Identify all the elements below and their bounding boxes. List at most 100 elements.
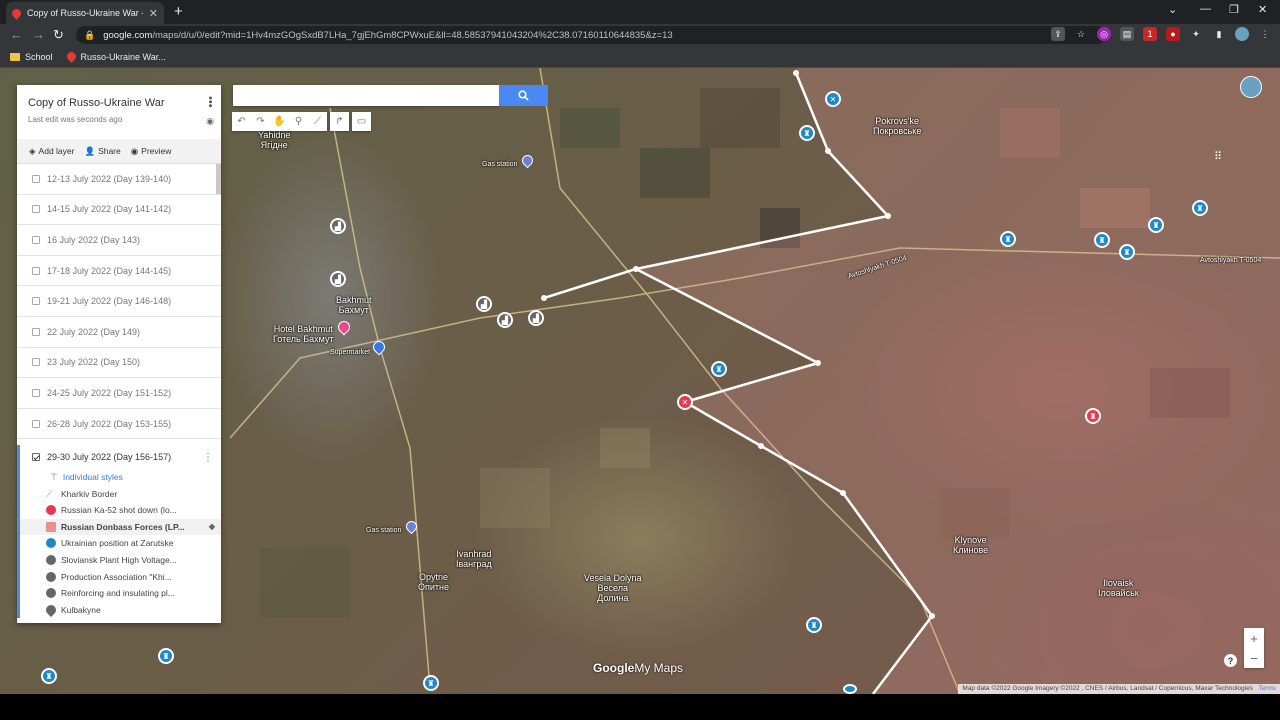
draw-line-icon[interactable]: ⟋: [308, 112, 327, 131]
hand-icon[interactable]: ✋: [270, 112, 289, 131]
feature-item[interactable]: Kulbakyne: [17, 601, 221, 619]
feature-item[interactable]: ⟋ Kharkiv Border: [17, 485, 221, 502]
maps-favicon-icon: [10, 6, 23, 20]
ruler-icon[interactable]: ▭: [352, 112, 371, 131]
individual-styles-link[interactable]: ⊤ Individual styles: [17, 469, 221, 486]
reload-icon[interactable]: ↻: [53, 27, 64, 43]
feature-item[interactable]: Ukrainian position at Zarutske: [17, 535, 221, 552]
layer-item[interactable]: 14-15 July 2022 (Day 141-142): [17, 195, 221, 226]
bookmark-russo-ukraine[interactable]: Russo-Ukraine War...: [64, 50, 166, 63]
extension-icon[interactable]: ▤: [1120, 27, 1134, 41]
zoom-out-button[interactable]: −: [1244, 648, 1264, 668]
redo-icon[interactable]: ↷: [251, 112, 270, 131]
bookmark-star-icon[interactable]: ☆: [1074, 27, 1088, 41]
layer-checkbox[interactable]: [32, 174, 40, 183]
factory-marker-icon[interactable]: ▟: [330, 218, 346, 234]
fort-marker-icon[interactable]: ♜: [1119, 244, 1135, 260]
layer-checkbox[interactable]: [32, 266, 40, 275]
factory-marker-icon[interactable]: ▟: [330, 271, 346, 287]
layer-checkbox[interactable]: [32, 297, 40, 306]
fort-marker-icon[interactable]: ♜: [1094, 232, 1110, 248]
map-search-input[interactable]: [233, 85, 499, 106]
puzzle-icon[interactable]: ✦: [1189, 27, 1203, 41]
feature-item[interactable]: Sloviansk Plant High Voltage...: [17, 551, 221, 569]
directions-icon[interactable]: ↱: [330, 112, 349, 131]
profile-avatar-icon[interactable]: [1235, 27, 1249, 41]
sidebar-icon[interactable]: ▮: [1212, 27, 1226, 41]
layer-list: 12-13 July 2022 (Day 139-140) 14-15 July…: [17, 164, 221, 623]
forward-icon[interactable]: →: [32, 27, 45, 42]
fort-marker-icon[interactable]: ♜: [1085, 408, 1101, 424]
active-layer-item[interactable]: 29-30 July 2022 (Day 156-157) ⋮: [17, 445, 221, 470]
apps-grid-icon[interactable]: ⠿: [1214, 150, 1222, 163]
fort-marker-icon[interactable]: ♜: [41, 668, 57, 684]
add-layer-button[interactable]: ◈ Add layer: [29, 146, 74, 157]
feature-item[interactable]: Russian Ka-52 shot down (lo...: [17, 501, 221, 519]
fort-marker-icon[interactable]: [843, 684, 857, 694]
fort-marker-icon[interactable]: ♜: [711, 361, 727, 377]
account-avatar[interactable]: [1240, 76, 1262, 98]
fort-marker-icon[interactable]: ♜: [1192, 200, 1208, 216]
maps-favicon-icon: [64, 50, 78, 63]
close-window-icon[interactable]: ✕: [1258, 3, 1267, 16]
undo-icon[interactable]: ↶: [232, 112, 251, 131]
layer-item[interactable]: 23 July 2022 (Day 150): [17, 348, 221, 379]
share-icon[interactable]: ⇪: [1051, 27, 1065, 41]
layer-item[interactable]: 22 July 2022 (Day 149): [17, 317, 221, 348]
fort-marker-icon[interactable]: ♜: [806, 617, 822, 633]
layer-item[interactable]: 24-25 July 2022 (Day 151-152): [17, 378, 221, 409]
layer-item[interactable]: 17-18 July 2022 (Day 144-145): [17, 256, 221, 287]
crossed-circle-marker-icon[interactable]: ✕: [677, 394, 693, 410]
feature-item[interactable]: Reinforcing and insulating pl...: [17, 584, 221, 602]
factory-marker-icon[interactable]: ▟: [497, 312, 513, 328]
address-bar[interactable]: 🔒 google.com/maps/d/u/0/edit?mid=1Hv4mzG…: [76, 26, 1106, 44]
bookmark-school[interactable]: School: [10, 52, 53, 62]
layer-checkbox[interactable]: [32, 205, 40, 214]
crossed-position-marker-icon[interactable]: ✕: [825, 91, 841, 107]
layer-item[interactable]: 12-13 July 2022 (Day 139-140): [17, 164, 221, 195]
layer-item[interactable]: 26-28 July 2022 (Day 153-155): [17, 409, 221, 440]
help-button[interactable]: ?: [1224, 654, 1237, 667]
tab-search-icon[interactable]: ⌄: [1168, 3, 1177, 16]
close-tab-icon[interactable]: ✕: [149, 7, 158, 20]
fort-marker-icon[interactable]: ♜: [799, 125, 815, 141]
visibility-eye-icon[interactable]: ◉: [206, 116, 214, 127]
preview-button[interactable]: ◉ Preview: [131, 146, 172, 157]
layer-options-kebab-icon[interactable]: ⋮: [203, 452, 213, 463]
layer-checkbox[interactable]: [32, 388, 40, 397]
panel-scrollbar[interactable]: [216, 164, 221, 194]
map-title[interactable]: Copy of Russo-Ukraine War: [28, 97, 210, 109]
fort-marker-icon[interactable]: ♜: [158, 648, 174, 664]
add-marker-icon[interactable]: ⚲: [289, 112, 308, 131]
fort-marker-icon[interactable]: ♜: [1000, 231, 1016, 247]
fort-marker-icon[interactable]: ♜: [1148, 217, 1164, 233]
layer-item[interactable]: 16 July 2022 (Day 143): [17, 225, 221, 256]
menu-kebab-icon[interactable]: ⋮: [1258, 27, 1272, 41]
factory-marker-icon[interactable]: ▟: [528, 310, 544, 326]
last-edit-status: Last edit was seconds ago: [28, 115, 123, 124]
search-button[interactable]: [499, 85, 548, 106]
layer-checkbox[interactable]: [32, 235, 40, 244]
map-options-kebab-icon[interactable]: •••: [204, 96, 216, 108]
layer-item[interactable]: 19-21 July 2022 (Day 146-148): [17, 286, 221, 317]
fort-marker-icon[interactable]: ♜: [423, 675, 439, 691]
layer-checkbox-checked[interactable]: [32, 453, 40, 462]
factory-marker-icon[interactable]: ▟: [476, 296, 492, 312]
zoom-in-button[interactable]: +: [1244, 628, 1264, 648]
style-paint-icon[interactable]: ◆: [209, 522, 215, 531]
extension-icon[interactable]: ●: [1166, 27, 1180, 41]
terms-link[interactable]: Terms: [1258, 685, 1276, 692]
minimize-icon[interactable]: —: [1200, 3, 1211, 15]
share-button[interactable]: 👤 Share: [84, 146, 120, 157]
layer-checkbox[interactable]: [32, 358, 40, 367]
back-icon[interactable]: ←: [10, 27, 23, 42]
restore-icon[interactable]: ❐: [1229, 3, 1239, 16]
feature-item-selected[interactable]: Russian Donbass Forces (LP... ◆: [17, 518, 221, 536]
layer-checkbox[interactable]: [32, 327, 40, 336]
layer-checkbox[interactable]: [32, 419, 40, 428]
extension-icon[interactable]: ◎: [1097, 27, 1111, 41]
browser-tab[interactable]: Copy of Russo-Ukraine War - Go ✕: [6, 2, 164, 24]
adblock-icon[interactable]: 1: [1143, 27, 1157, 41]
feature-item[interactable]: Production Association "Khi...: [17, 568, 221, 585]
new-tab-icon[interactable]: +: [174, 3, 183, 20]
